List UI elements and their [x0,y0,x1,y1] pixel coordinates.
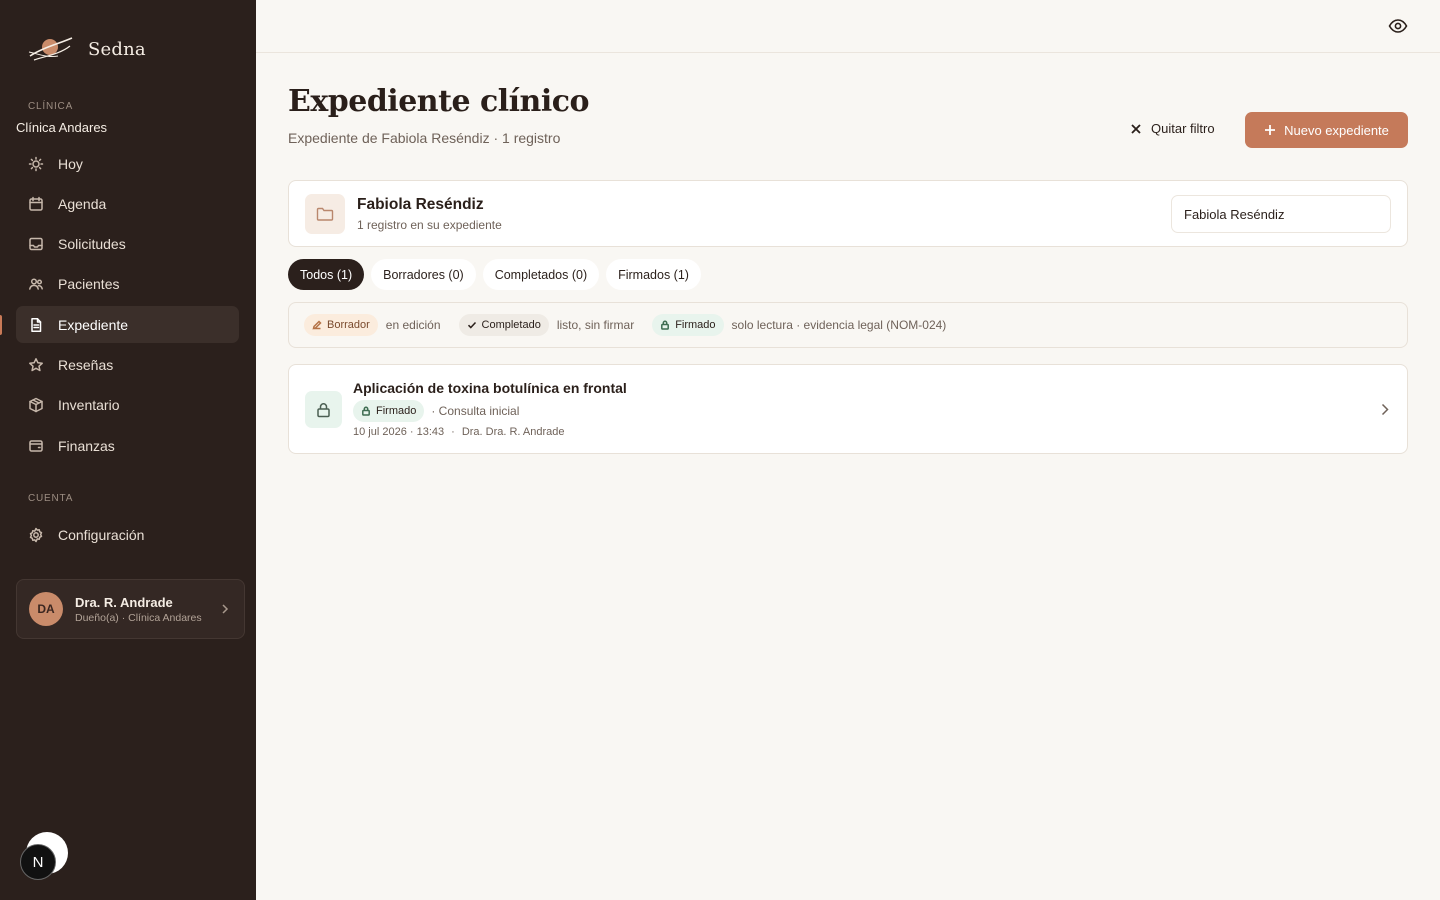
clear-filter-button[interactable]: Quitar filtro [1130,121,1215,136]
record-row[interactable]: Aplicación de toxina botulínica en front… [288,364,1408,454]
sidebar-item-label: Hoy [58,155,83,172]
brand-name: Sedna [88,38,146,60]
completed-desc: listo, sin firmar [556,318,635,332]
calendar-icon [28,196,44,212]
record-tags: Firmado · Consulta inicial [353,400,519,422]
completed-badge: Completado [458,314,549,336]
sidebar-item-label: Configuración [58,526,145,543]
clear-filter-label: Quitar filtro [1151,121,1215,136]
sun-icon [28,156,44,172]
record-title: Aplicación de toxina botulínica en front… [353,380,627,396]
dev-tools-badge[interactable]: N [20,844,56,880]
signed-badge-label: Firmado [675,319,716,331]
sidebar-item-label: Agenda [58,195,107,212]
status-legend: Borrador en edición Completado listo, si… [288,302,1408,348]
record-status-label: Firmado [376,405,417,417]
sidebar-item-label: Finanzas [58,437,115,454]
user-role: Dueño(a) · Clínica Andares [75,611,202,624]
tab-completados[interactable]: Completados (0) [482,259,600,290]
signed-badge: Firmado [652,314,724,336]
draft-badge: Borrador [304,314,378,336]
chevron-right-icon [1381,403,1389,416]
account-nav: Configuración [16,516,239,556]
sedna-logo-icon [28,34,74,64]
page-title: Expediente clínico [288,84,590,119]
user-card[interactable]: DA Dra. R. Andrade Dueño(a) · Clínica An… [16,579,245,639]
account-section-label: CUENTA [28,493,74,504]
brand[interactable]: Sedna [28,34,146,64]
signed-desc: solo lectura · evidencia legal (NOM-024) [731,318,947,332]
patient-card: Fabiola Reséndiz 1 registro en su expedi… [288,180,1408,247]
lock-icon [661,320,670,330]
eye-icon[interactable] [1388,17,1408,35]
record-doctor: Dra. Dra. R. Andrade [461,426,565,438]
sidebar-item-resenas[interactable]: Reseñas [16,346,239,383]
chevron-right-icon [220,602,230,616]
sidebar-item-label: Solicitudes [58,236,126,253]
close-icon [1131,123,1141,134]
topbar [256,0,1440,53]
sidebar-item-pacientes[interactable]: Pacientes [16,266,239,303]
record-status-badge: Firmado [353,400,425,422]
avatar: DA [29,592,63,626]
tab-borradores[interactable]: Borradores (0) [371,259,476,290]
page-subtitle: Expediente de Fabiola Reséndiz · 1 regis… [288,130,561,146]
clinic-section-label: CLÍNICA [28,101,74,112]
sidebar-item-label: Reseñas [58,356,114,373]
main-nav: Hoy Agenda Solicitudes Pacientes Expedie… [16,145,239,467]
meta-separator: · [451,426,455,438]
sidebar-item-configuracion[interactable]: Configuración [16,516,239,553]
sidebar-item-hoy[interactable]: Hoy [16,145,239,182]
gear-icon [28,527,44,543]
patient-record-count: 1 registro en su expediente [357,218,502,232]
completed-badge-label: Completado [481,319,541,331]
box-icon [28,397,44,413]
new-record-button[interactable]: Nuevo expediente [1245,112,1408,148]
inbox-icon [28,236,44,252]
users-icon [28,276,44,292]
sidebar-item-label: Expediente [58,316,129,333]
record-meta: 10 jul 2026 · 13:43 · Dra. Dra. R. Andra… [353,426,565,438]
patient-name: Fabiola Reséndiz [357,196,484,213]
sidebar-item-label: Pacientes [58,276,120,293]
star-icon [28,357,44,373]
tab-todos[interactable]: Todos (1) [288,259,365,290]
sidebar-item-agenda[interactable]: Agenda [16,185,239,222]
draft-badge-label: Borrador [327,319,370,331]
sidebar-item-inventario[interactable]: Inventario [16,387,239,424]
record-type: · Consulta inicial [431,404,520,418]
sidebar-item-solicitudes[interactable]: Solicitudes [16,226,239,263]
sidebar-item-expediente[interactable]: Expediente [16,306,239,344]
plus-icon [1265,125,1276,135]
status-tabs: Todos (1) Borradores (0) Completados (0)… [288,259,701,290]
lock-icon [362,406,370,416]
lock-icon [305,391,342,428]
sidebar: Sedna CLÍNICA Clínica Andares Hoy Agenda… [0,0,256,900]
record-date: 10 jul 2026 · 13:43 [353,426,445,438]
draft-desc: en edición [385,318,441,332]
new-record-label: Nuevo expediente [1284,122,1389,138]
sidebar-item-label: Inventario [58,397,120,414]
wallet-icon [28,438,44,454]
clinic-name: Clínica Andares [16,120,108,135]
tab-firmados[interactable]: Firmados (1) [606,259,701,290]
active-nav-marker [0,315,2,335]
pencil-icon [312,320,322,330]
patient-search-input[interactable] [1171,195,1391,233]
folder-icon [305,194,345,234]
sidebar-item-finanzas[interactable]: Finanzas [16,427,239,464]
document-icon [28,317,44,333]
user-name: Dra. R. Andrade [75,594,173,610]
check-icon [467,321,476,329]
